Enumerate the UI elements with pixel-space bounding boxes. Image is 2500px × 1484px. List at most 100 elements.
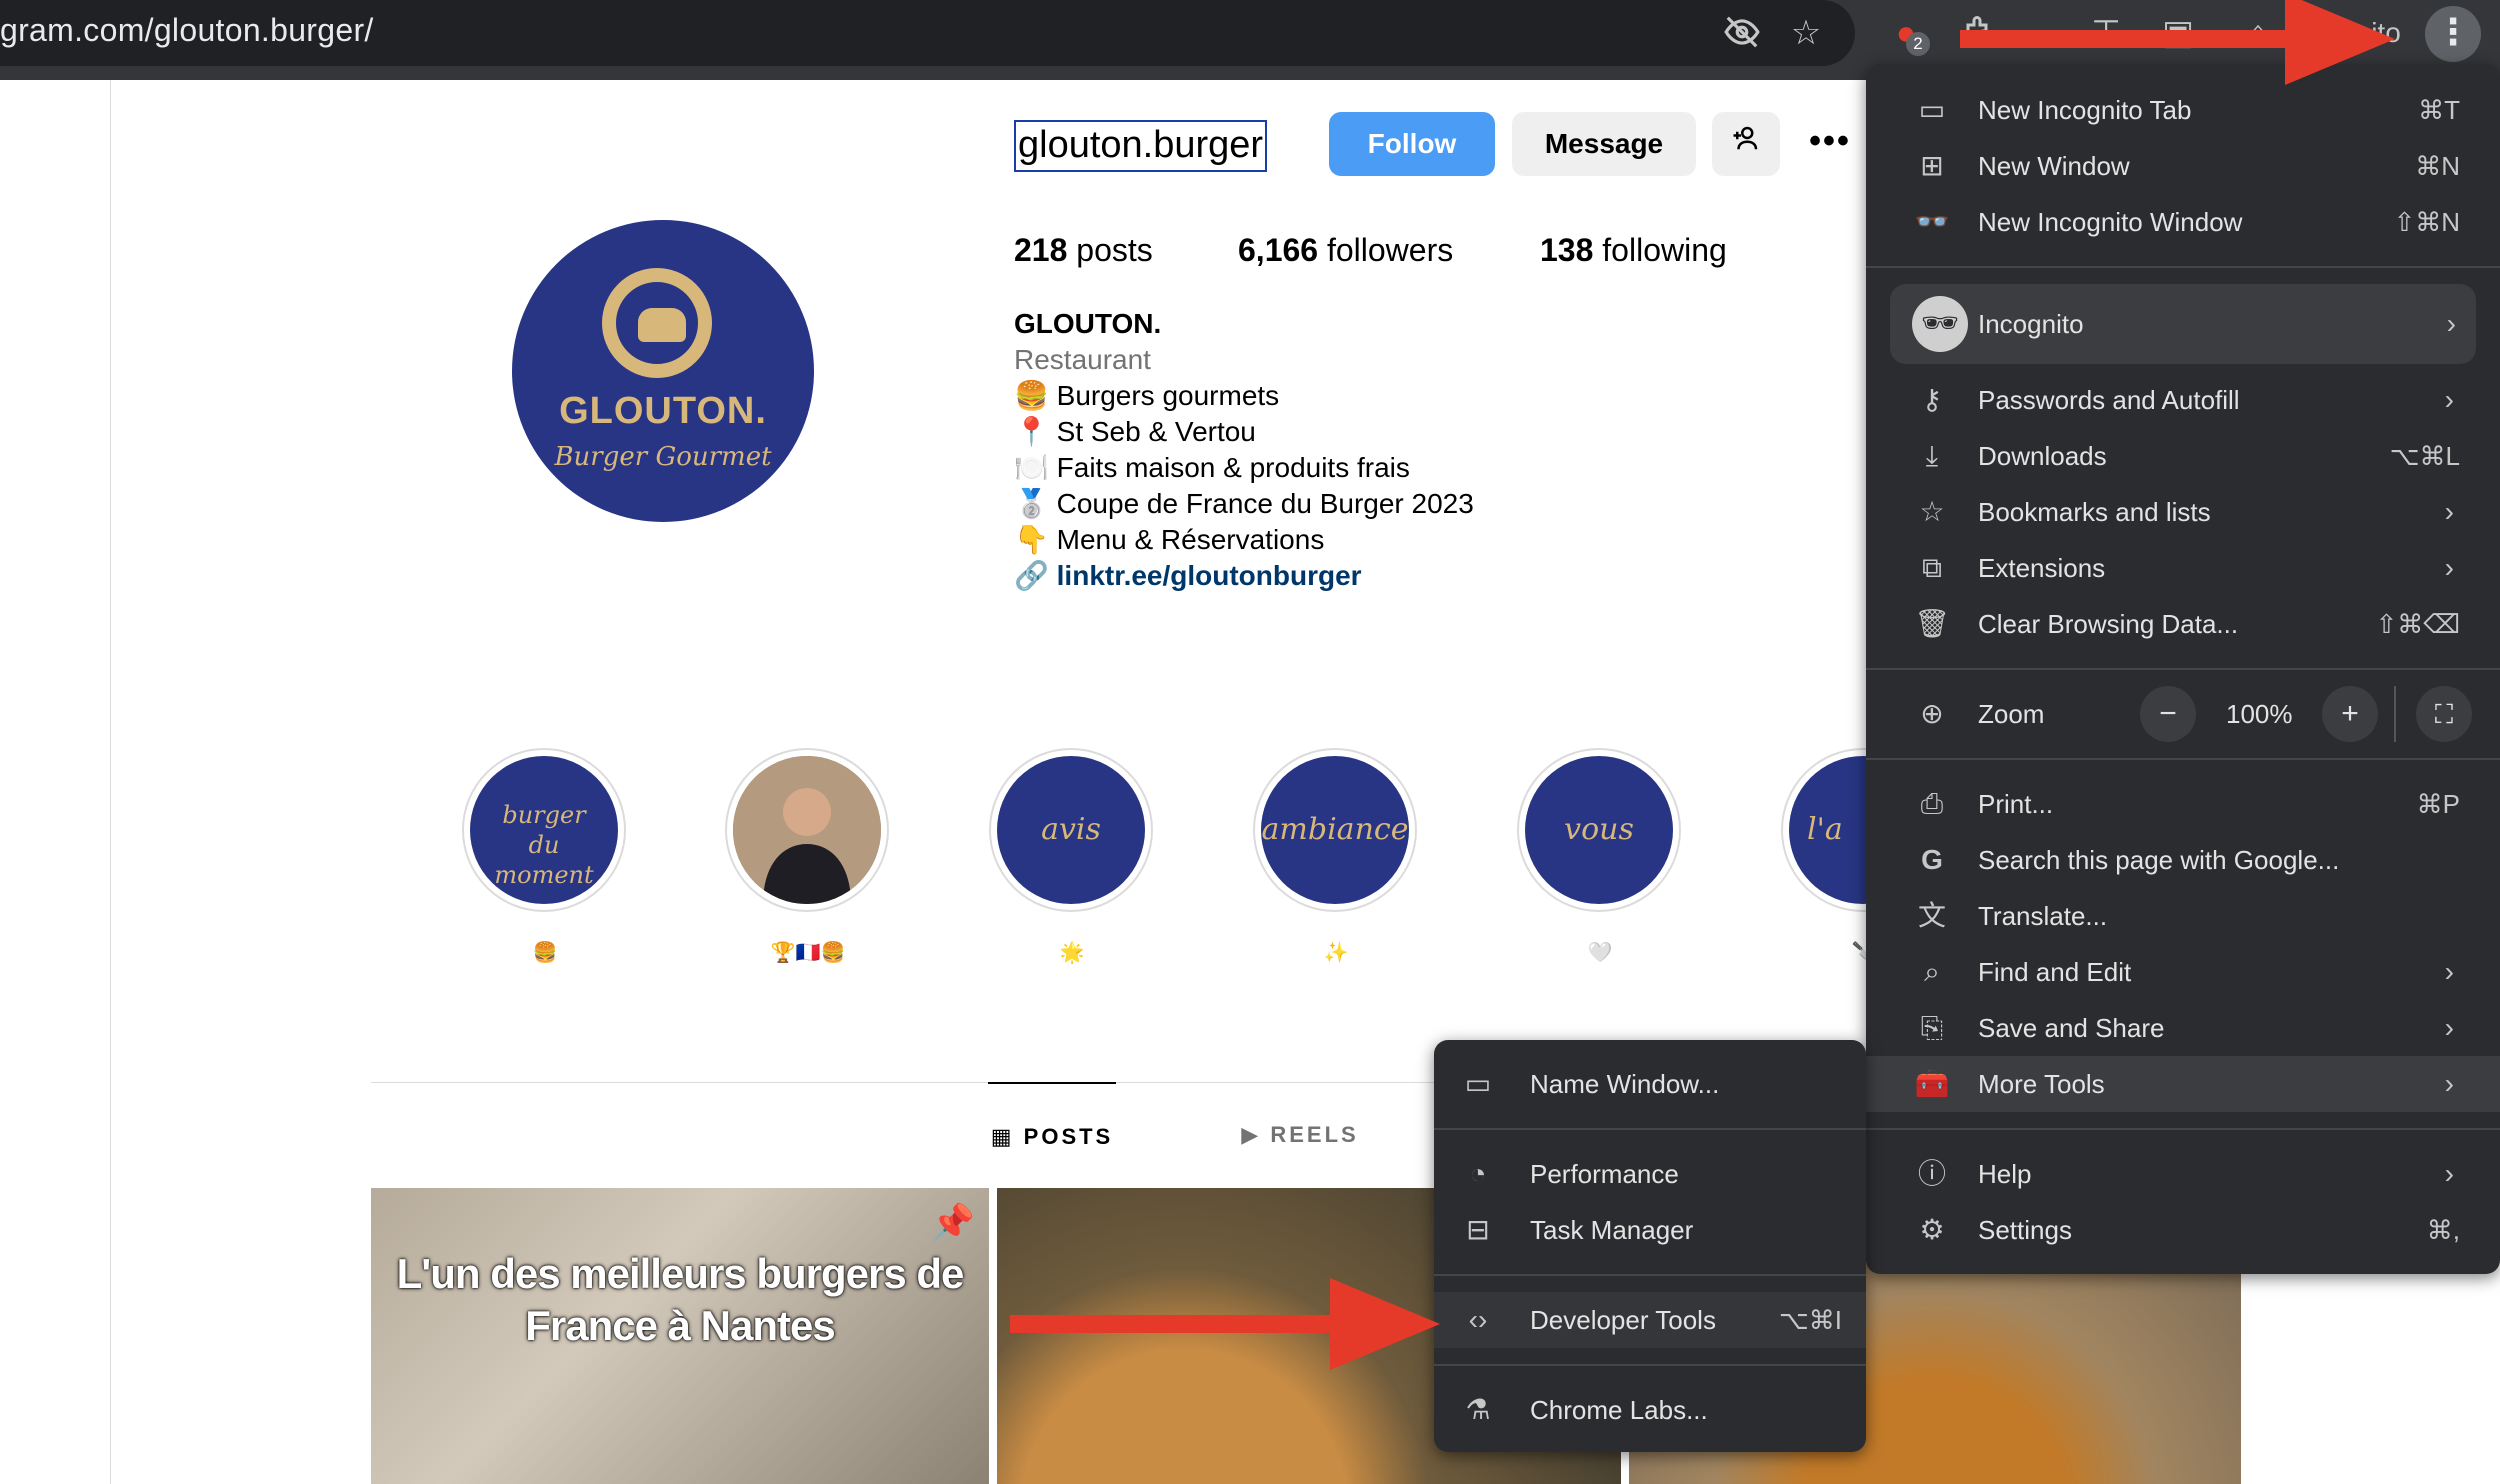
- message-button[interactable]: Message: [1512, 112, 1696, 176]
- bio-link-row[interactable]: 🔗 linktr.ee/gloutonburger: [1014, 558, 1474, 594]
- more-options-icon[interactable]: •••: [1800, 112, 1860, 176]
- menu-item-find-edit[interactable]: ⌕ Find and Edit ›: [1866, 944, 2500, 1000]
- annotation-arrow-head: [1330, 1278, 1440, 1370]
- address-bar[interactable]: gram.com/glouton.burger/ ☆: [0, 0, 1855, 66]
- stat-following[interactable]: 138 following: [1540, 232, 1727, 269]
- menu-shortcut: ⇧⌘N: [2393, 207, 2460, 237]
- tab-reels[interactable]: ▶ REELS: [1236, 1082, 1364, 1152]
- incognito-icon: 👓: [1914, 206, 1950, 237]
- menu-item-name-window[interactable]: ▭ Name Window...: [1434, 1056, 1866, 1112]
- menu-label: Name Window...: [1530, 1069, 1720, 1099]
- highlight-caption: ✨: [1323, 942, 1349, 964]
- star-icon: ☆: [1919, 496, 1945, 527]
- menu-item-performance[interactable]: ◔ Performance: [1434, 1146, 1866, 1202]
- highlight-ring: burger du moment: [462, 748, 626, 912]
- menu-item-search-google[interactable]: G Search this page with Google...: [1866, 832, 2500, 888]
- menu-profile-incognito[interactable]: 🕶 Incognito ›: [1890, 284, 2476, 364]
- menu-shortcut: ⌥⌘I: [1778, 1305, 1842, 1335]
- menu-item-task-manager[interactable]: ⊟ Task Manager: [1434, 1202, 1866, 1258]
- menu-item-new-incognito-window[interactable]: 👓 New Incognito Window ⇧⌘N: [1866, 194, 2500, 250]
- menu-item-downloads[interactable]: ⤓ Downloads ⌥⌘L: [1866, 428, 2500, 484]
- profile-username[interactable]: glouton.burger: [1014, 120, 1268, 172]
- puzzle-icon: ⧉: [1922, 552, 1942, 583]
- menu-item-developer-tools[interactable]: ‹› Developer Tools ⌥⌘I: [1434, 1292, 1866, 1348]
- menu-label: New Incognito Tab: [1978, 95, 2192, 125]
- menu-item-more-tools[interactable]: 🧰 More Tools ›: [1866, 1056, 2500, 1112]
- menu-item-settings[interactable]: ⚙ Settings ⌘,: [1866, 1202, 2500, 1258]
- menu-item-extensions[interactable]: ⧉ Extensions ›: [1866, 540, 2500, 596]
- bookmark-star-icon[interactable]: ☆: [1786, 13, 1826, 53]
- menu-label: Chrome Labs...: [1530, 1395, 1708, 1425]
- bio-line: 📍 St Seb & Vertou: [1014, 416, 1256, 447]
- follow-button[interactable]: Follow: [1329, 112, 1495, 176]
- chevron-right-icon: ›: [2444, 1158, 2454, 1189]
- suggest-users-button[interactable]: [1712, 112, 1780, 176]
- zoom-out-button[interactable]: −: [2140, 686, 2196, 742]
- incognito-avatar-icon: 🕶: [1912, 296, 1968, 352]
- url-text[interactable]: gram.com/glouton.burger/: [0, 12, 374, 49]
- menu-label: Translate...: [1978, 901, 2108, 931]
- menu-item-new-window[interactable]: ⊞ New Window ⌘N: [1866, 138, 2500, 194]
- code-icon: ‹›: [1468, 1304, 1488, 1335]
- menu-item-passwords[interactable]: ⚷ Passwords and Autofill ›: [1866, 372, 2500, 428]
- highlight-caption: 🍔: [532, 942, 558, 964]
- trash-icon: 🗑: [1914, 608, 1950, 639]
- eye-off-icon[interactable]: [1722, 13, 1762, 53]
- menu-item-print[interactable]: ⎙ Print... ⌘P: [1866, 776, 2500, 832]
- profile-avatar[interactable]: GLOUTON. Burger Gourmet: [512, 220, 814, 522]
- more-tools-submenu: ▭ Name Window... ◔ Performance ⊟ Task Manag…: [1434, 1040, 1866, 1452]
- bio-line: 🥈 Coupe de France du Burger 2023: [1014, 488, 1474, 519]
- chevron-right-icon: ›: [2446, 308, 2456, 339]
- menu-item-zoom: ⊕ Zoom − 100% + ⛶: [1866, 686, 2500, 742]
- profile-bio: GLOUTON. Restaurant 🍔 Burgers gourmets 📍…: [1014, 306, 1474, 594]
- menu-item-translate[interactable]: 文 Translate...: [1866, 888, 2500, 944]
- menu-item-new-incognito-tab[interactable]: ▭ New Incognito Tab ⌘T: [1866, 82, 2500, 138]
- fullscreen-icon[interactable]: ⛶: [2416, 686, 2472, 742]
- highlight-burger-du-moment[interactable]: burger du moment 🍔: [462, 748, 628, 964]
- menu-item-help[interactable]: ⓘ Help ›: [1866, 1146, 2500, 1202]
- tab-posts[interactable]: ▦ POSTS: [988, 1082, 1116, 1154]
- highlight-chef[interactable]: 🏆🇫🇷🍔: [725, 748, 891, 964]
- menu-label: Search this page with Google...: [1978, 845, 2340, 875]
- bio-link[interactable]: linktr.ee/gloutonburger: [1057, 560, 1362, 591]
- menu-separator: [1434, 1128, 1866, 1130]
- zoom-in-button[interactable]: +: [2322, 686, 2378, 742]
- zoom-level: 100%: [2226, 699, 2293, 729]
- menu-shortcut: ⌘P: [2416, 789, 2460, 819]
- menu-item-clear-data[interactable]: 🗑 Clear Browsing Data... ⇧⌘⌫: [1866, 596, 2500, 652]
- bio-category: Restaurant: [1014, 344, 1151, 375]
- chrome-menu-button[interactable]: ⋮: [2425, 6, 2481, 62]
- grid-icon: ▦: [990, 1124, 1024, 1149]
- highlight-avis[interactable]: avis 🌟: [989, 748, 1155, 964]
- menu-label: Task Manager: [1530, 1215, 1694, 1245]
- menu-separator: [1866, 1128, 2500, 1130]
- annotation-arrow-shaft: [1960, 30, 2290, 48]
- menu-label: Bookmarks and lists: [1978, 497, 2211, 527]
- menu-item-bookmarks[interactable]: ☆ Bookmarks and lists ›: [1866, 484, 2500, 540]
- menu-label: Clear Browsing Data...: [1978, 609, 2239, 639]
- bio-line: 👇 Menu & Réservations: [1014, 524, 1325, 555]
- menu-separator: [1434, 1364, 1866, 1366]
- menu-separator: [1866, 758, 2500, 760]
- highlight-caption: 🏆🇫🇷🍔: [770, 942, 846, 964]
- tab-posts-label: POSTS: [1023, 1124, 1114, 1149]
- key-icon: ⚷: [1921, 384, 1943, 415]
- highlight-ambiance[interactable]: ambiance ✨: [1253, 748, 1419, 964]
- menu-item-chrome-labs[interactable]: ⚗ Chrome Labs...: [1434, 1382, 1866, 1438]
- menu-separator: [1866, 668, 2500, 670]
- highlight-cover: burger du moment: [470, 756, 618, 904]
- add-user-icon: [1733, 126, 1758, 150]
- translate-icon: 文: [1917, 900, 1946, 931]
- stat-followers[interactable]: 6,166 followers: [1238, 232, 1453, 269]
- highlight-vous[interactable]: vous 🤍: [1517, 748, 1683, 964]
- menu-label: Passwords and Autofill: [1978, 385, 2240, 415]
- highlight-ring: vous: [1517, 748, 1681, 912]
- post-thumbnail[interactable]: L'un des meilleurs burgers de France à N…: [371, 1188, 989, 1484]
- task-manager-icon: ⊟: [1466, 1214, 1490, 1245]
- link-icon: 🔗: [1014, 560, 1049, 591]
- menu-item-save-share[interactable]: ⎘ Save and Share ›: [1866, 1000, 2500, 1056]
- print-icon: ⎙: [1920, 788, 1944, 819]
- download-icon: ⤓: [1925, 440, 1939, 471]
- chevron-right-icon: ›: [2444, 956, 2454, 987]
- annotation-arrow-head: [2285, 0, 2395, 85]
